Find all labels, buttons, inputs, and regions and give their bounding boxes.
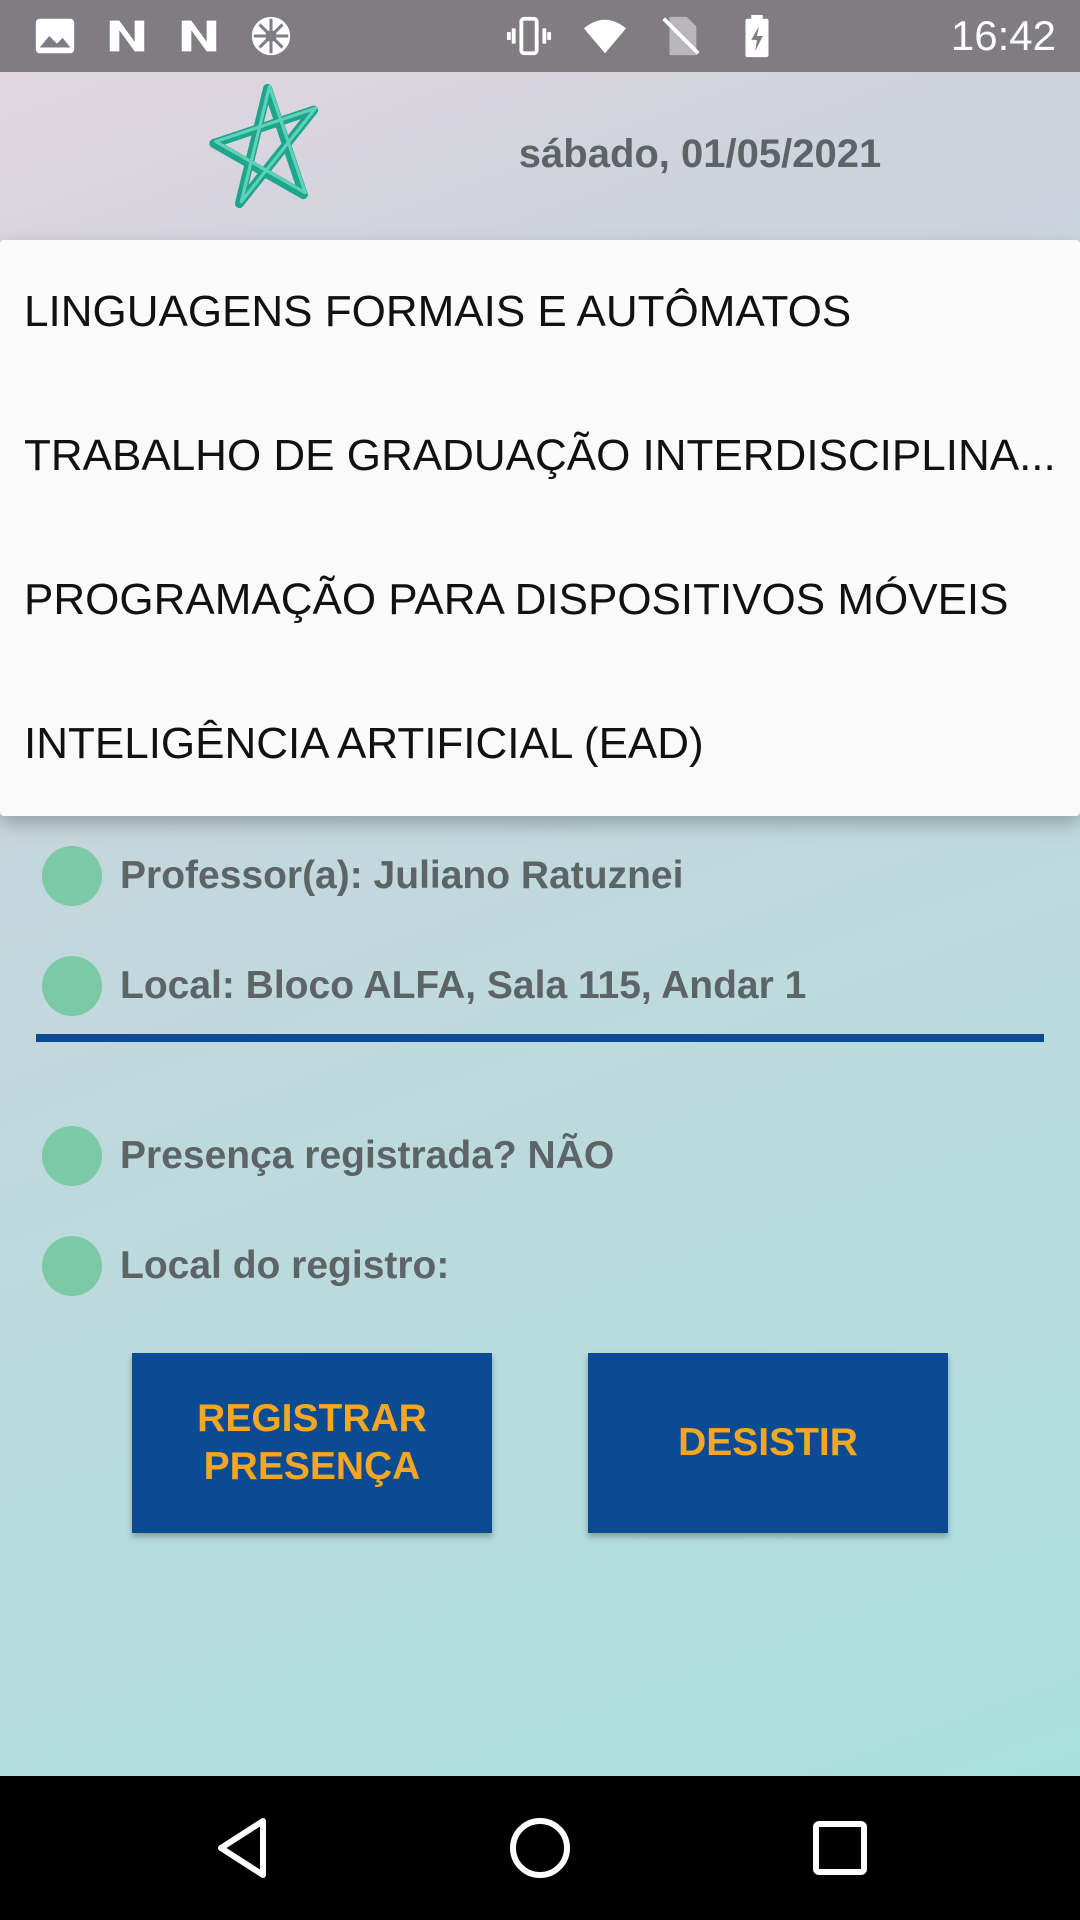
divider [36, 1034, 1044, 1042]
star-logo-icon [209, 83, 319, 209]
image-notification-icon [35, 18, 75, 54]
battery-charging-icon [745, 14, 769, 58]
sync-wheel-icon [251, 16, 291, 56]
register-presence-button[interactable]: REGISTRAR PRESENÇA [132, 1353, 492, 1533]
home-icon[interactable] [504, 1812, 576, 1884]
status-dot [42, 846, 102, 906]
status-bar: 16:42 [0, 0, 1080, 72]
status-dot [42, 1126, 102, 1186]
professor-text: Professor(a): Juliano Ratuznei [120, 854, 684, 897]
professor-row: Professor(a): Juliano Ratuznei [42, 846, 683, 906]
register-location-text: Local do registro: [120, 1244, 450, 1287]
recent-apps-icon[interactable] [804, 1812, 876, 1884]
notification-icons [32, 12, 294, 60]
current-date: sábado, 01/05/2021 [518, 132, 882, 176]
status-dot [42, 956, 102, 1016]
dropdown-item-course[interactable]: LINGUAGENS FORMAIS E AUTÔMATOS [0, 240, 1080, 384]
location-text: Local: Bloco ALFA, Sala 115, Andar 1 [120, 964, 807, 1007]
status-clock: 16:42 [950, 12, 1056, 59]
cancel-button[interactable]: DESISTIR [588, 1353, 948, 1533]
no-sim-icon [662, 16, 700, 56]
dropdown-item-course[interactable]: TRABALHO DE GRADUAÇÃO INTERDISCIPLINA... [0, 384, 1080, 528]
presence-row: Presença registrada? NÃO [42, 1126, 614, 1186]
n-notification-icon [109, 20, 145, 52]
presence-text: Presença registrada? NÃO [120, 1134, 615, 1177]
location-row: Local: Bloco ALFA, Sala 115, Andar 1 [42, 956, 806, 1016]
register-location-row: Local do registro: [42, 1236, 449, 1296]
dropdown-item-course[interactable]: INTELIGÊNCIA ARTIFICIAL (EAD) [0, 672, 1080, 816]
back-icon[interactable] [206, 1812, 278, 1884]
wifi-icon [583, 19, 627, 54]
course-dropdown: LINGUAGENS FORMAIS E AUTÔMATOS TRABALHO … [0, 240, 1080, 816]
n-notification-icon [181, 20, 217, 52]
navigation-bar [0, 1776, 1080, 1920]
vibrate-icon [506, 16, 552, 56]
dropdown-item-course[interactable]: PROGRAMAÇÃO PARA DISPOSITIVOS MÓVEIS [0, 528, 1080, 672]
system-icons [506, 12, 780, 60]
header: sábado, 01/05/2021 [0, 72, 1080, 240]
status-dot [42, 1236, 102, 1296]
